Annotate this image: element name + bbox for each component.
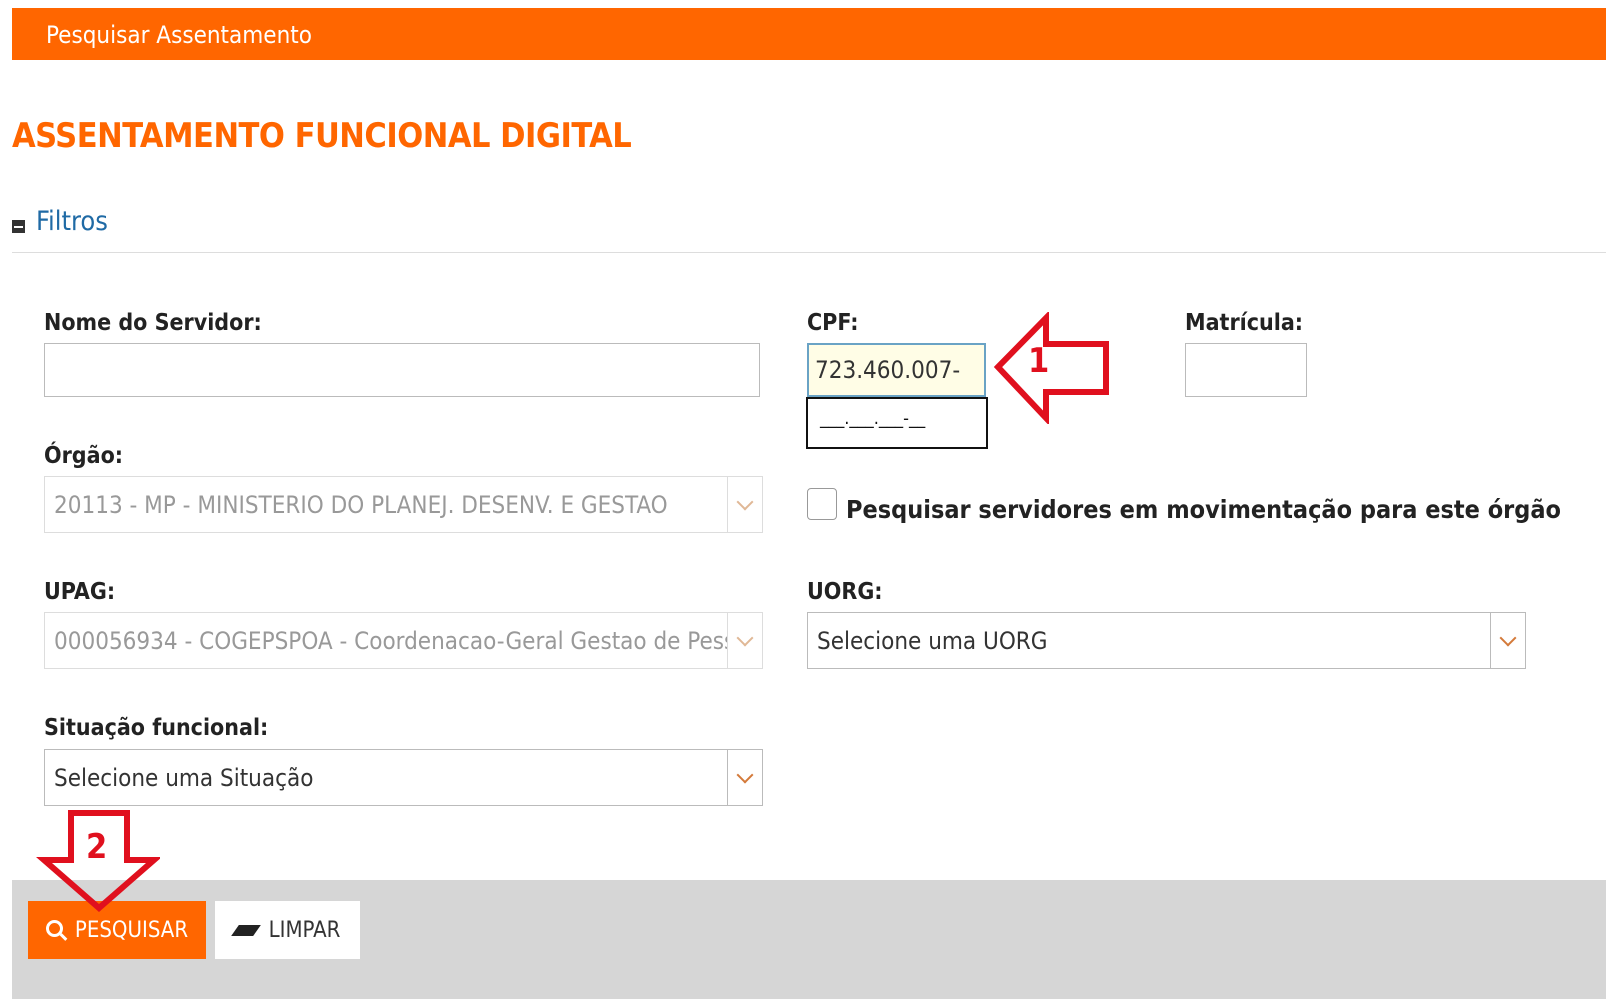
clear-button[interactable]: LIMPAR [215, 901, 360, 959]
upag-value: 000056934 - COGEPSPOA - Coordenacao-Gera… [54, 627, 762, 655]
matricula-label: Matrícula: [1185, 310, 1304, 336]
chevron-down-icon[interactable] [1490, 613, 1525, 668]
eraser-icon [230, 924, 261, 936]
situacao-value: Selecione uma Situação [54, 764, 314, 792]
upag-label: UPAG: [44, 579, 116, 605]
header-bar: Pesquisar Assentamento [12, 8, 1606, 60]
cpf-label: CPF: [807, 310, 859, 336]
nome-servidor-input[interactable] [44, 343, 760, 397]
filters-toggle[interactable]: Filtros [12, 206, 108, 237]
uorg-value: Selecione uma UORG [817, 627, 1048, 655]
chevron-down-icon[interactable] [727, 750, 762, 805]
chevron-down-icon [727, 613, 762, 668]
orgao-value: 20113 - MP - MINISTERIO DO PLANEJ. DESEN… [54, 491, 668, 519]
situacao-label: Situação funcional: [44, 715, 269, 741]
page-title: ASSENTAMENTO FUNCIONAL DIGITAL [12, 116, 632, 156]
cpf-mask-hint: ___.___.___-__ [806, 397, 988, 449]
filters-divider [12, 252, 1606, 253]
uorg-select[interactable]: Selecione uma UORG [807, 612, 1526, 669]
orgao-label: Órgão: [44, 443, 124, 469]
clear-button-label: LIMPAR [268, 917, 341, 943]
header-title: Pesquisar Assentamento [46, 21, 312, 49]
annotation-number-1: 1 [1028, 341, 1050, 381]
nome-servidor-label: Nome do Servidor: [44, 310, 262, 336]
matricula-input[interactable] [1185, 343, 1307, 397]
annotation-number-2: 2 [86, 827, 108, 867]
movimentacao-checkbox[interactable] [807, 488, 837, 520]
search-button-label: PESQUISAR [74, 917, 189, 943]
collapse-icon[interactable] [12, 220, 25, 233]
chevron-down-icon [727, 477, 762, 532]
cpf-input[interactable]: 723.460.007-87 [807, 343, 986, 434]
annotation-arrow-1 [993, 312, 1109, 424]
upag-select: 000056934 - COGEPSPOA - Coordenacao-Gera… [44, 612, 763, 669]
movimentacao-label[interactable]: Pesquisar servidores em movimentação par… [846, 495, 1561, 524]
uorg-label: UORG: [807, 579, 883, 605]
orgao-select: 20113 - MP - MINISTERIO DO PLANEJ. DESEN… [44, 476, 763, 533]
search-icon [45, 919, 63, 937]
situacao-select[interactable]: Selecione uma Situação [44, 749, 763, 806]
filters-label: Filtros [36, 206, 108, 237]
